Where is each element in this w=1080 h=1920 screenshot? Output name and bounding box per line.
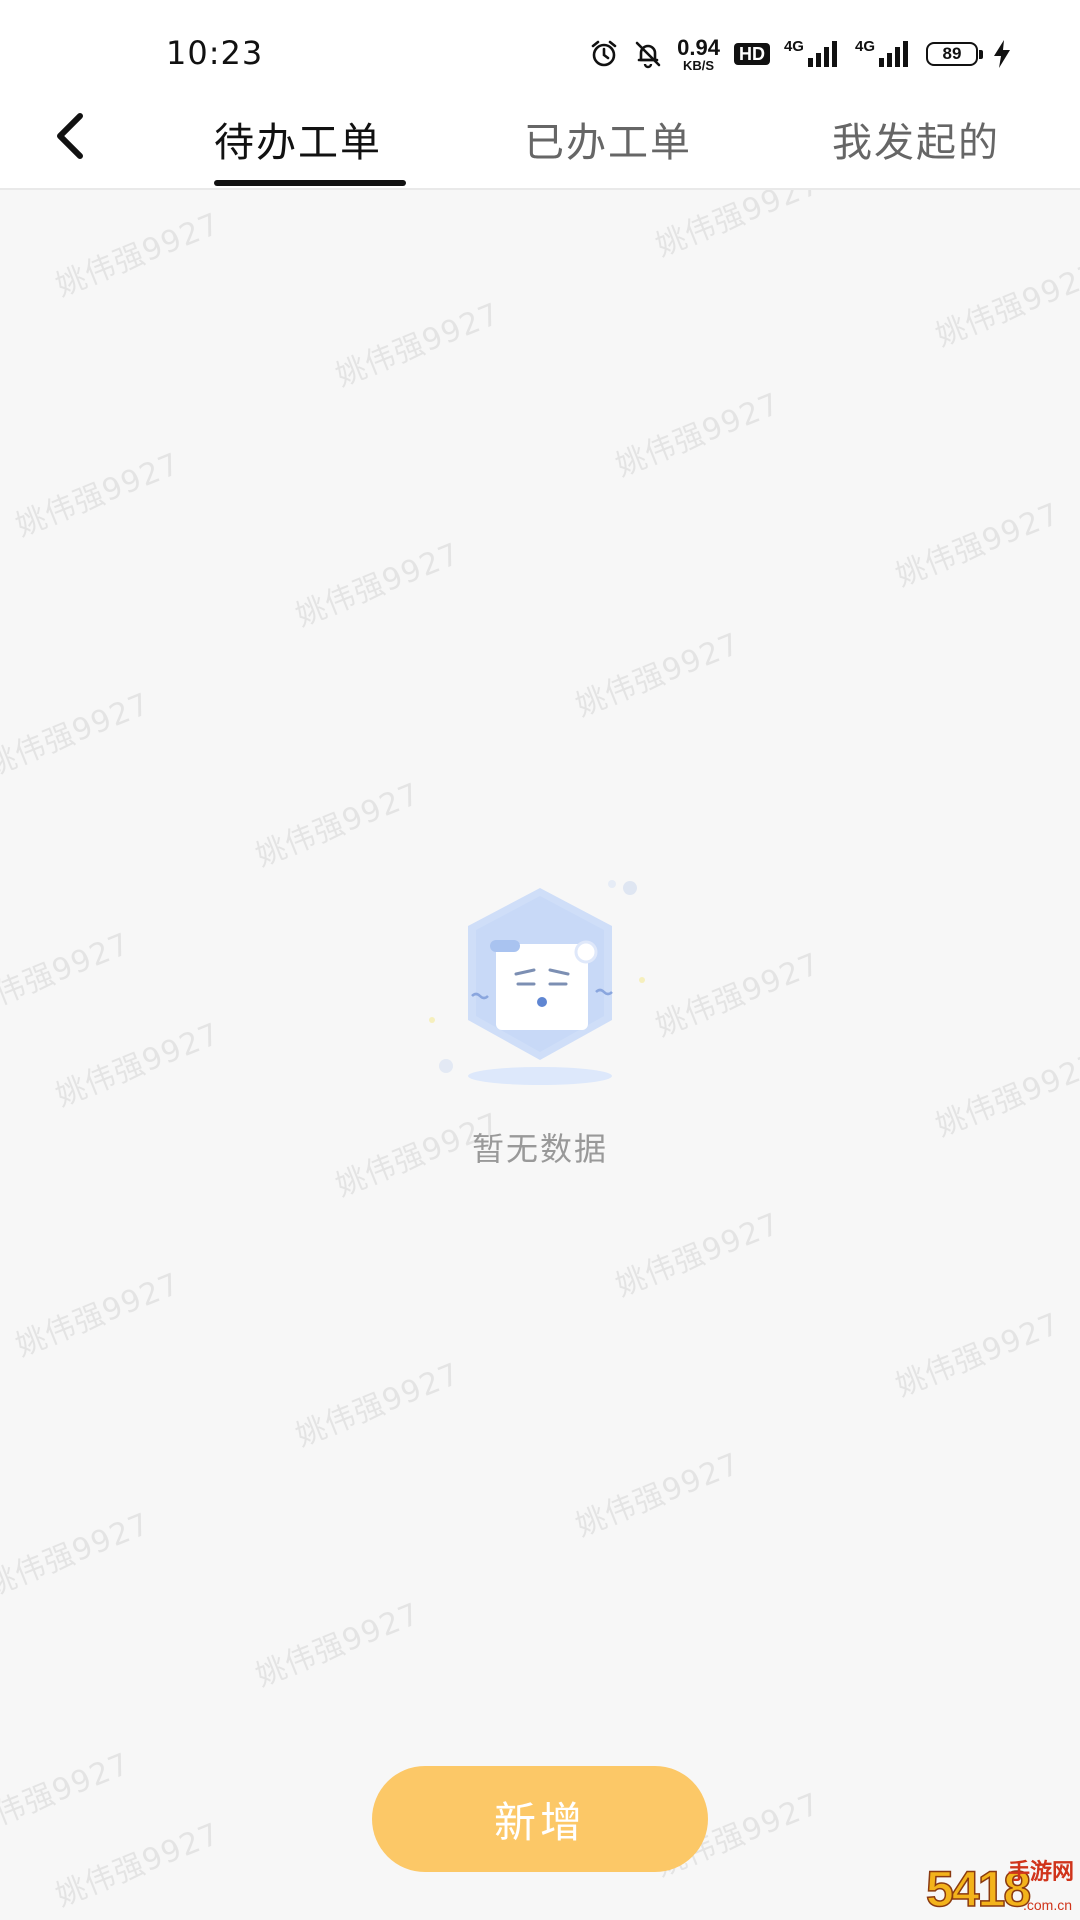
empty-state-illustration [390, 870, 690, 1100]
battery-indicator: 89 [926, 42, 983, 66]
network-speed-value: 0.94 [677, 34, 720, 60]
watermark: 姚伟强9927 [611, 386, 785, 484]
watermark: 姚伟强9927 [51, 1816, 225, 1914]
watermark: 姚伟强9927 [251, 776, 425, 874]
watermark: 姚伟强9927 [0, 1506, 155, 1604]
empty-state-text: 暂无数据 [471, 1130, 608, 1168]
watermark: 姚伟强9927 [331, 296, 505, 394]
watermark: 姚伟强9927 [891, 496, 1065, 594]
status-icons: 0.94 KB/S HD 4G 4G 89 [589, 36, 1012, 72]
watermark: 姚伟强9927 [251, 1596, 425, 1694]
watermark: 姚伟强9927 [611, 1206, 785, 1304]
watermark: 姚伟强9927 [891, 1306, 1065, 1404]
signal-1-label: 4G [783, 38, 804, 55]
signal-1: 4G [783, 38, 841, 68]
watermark: 姚伟强9927 [0, 926, 135, 1024]
chevron-left-icon [57, 113, 83, 159]
signal-2-label: 4G [854, 38, 875, 55]
back-button[interactable] [46, 108, 96, 164]
bell-muted-icon [633, 39, 663, 69]
site-logo: 5418 手游网 .com.cn [925, 1858, 1076, 1916]
watermark: 姚伟强9927 [0, 1746, 135, 1844]
watermark: 姚伟强9927 [291, 1356, 465, 1454]
tab-initiated-by-me[interactable]: 我发起的 [832, 110, 1000, 168]
add-button[interactable]: 新增 [372, 1766, 708, 1872]
watermark: 姚伟强9927 [11, 1266, 185, 1364]
charging-icon [992, 39, 1012, 69]
network-speed-unit: KB/S [683, 57, 715, 73]
watermark: 姚伟强9927 [51, 1016, 225, 1114]
signal-bars-icon [879, 41, 908, 67]
watermark: 姚伟强9927 [0, 686, 155, 784]
tab-pending-orders[interactable]: 待办工单 [214, 110, 382, 168]
watermark: 姚伟强9927 [291, 536, 465, 634]
watermark: 姚伟强9927 [651, 190, 825, 264]
signal-2: 4G [854, 38, 912, 68]
watermark: 姚伟强9927 [571, 1446, 745, 1544]
site-logo-domain: .com.cn [1022, 1897, 1072, 1913]
site-logo-text: 手游网 [1007, 1860, 1074, 1885]
signal-bars-icon [807, 41, 837, 67]
active-tab-indicator [214, 180, 406, 186]
tab-header: 待办工单 已办工单 我发起的 [0, 96, 1080, 190]
watermark: 姚伟强9927 [11, 446, 185, 544]
watermark: 姚伟强9927 [51, 206, 225, 304]
network-speed: 0.94 KB/S [677, 34, 720, 73]
tab-completed-orders[interactable]: 已办工单 [524, 110, 692, 168]
status-bar: 10:23 0.94 KB/S HD 4G 4G 89 [0, 0, 1080, 96]
watermark: 姚伟强9927 [931, 256, 1080, 354]
hd-badge: HD [733, 43, 770, 65]
status-time: 10:23 [166, 34, 264, 72]
alarm-icon [589, 39, 619, 69]
watermark: 姚伟强9927 [571, 626, 745, 724]
